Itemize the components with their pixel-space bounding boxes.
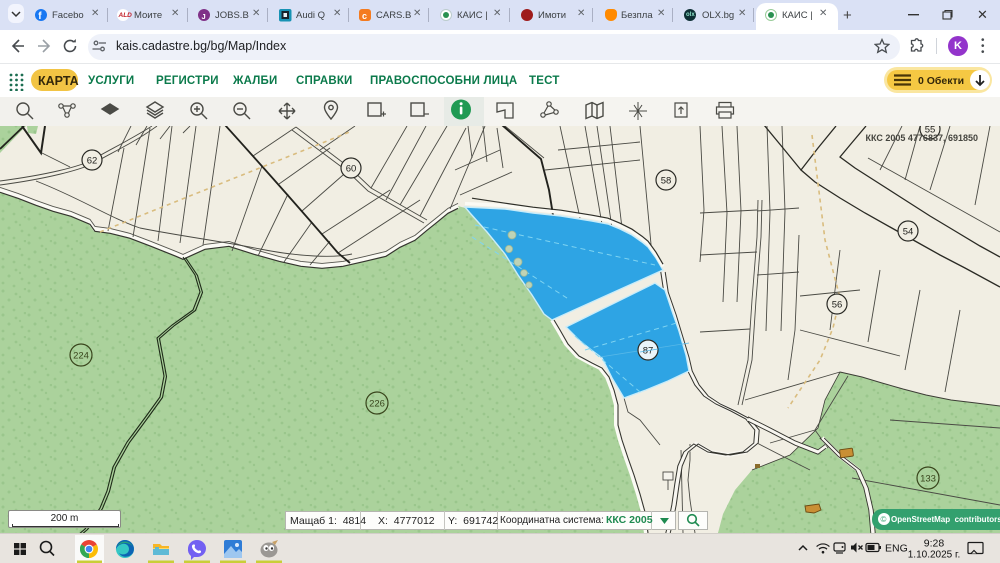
svg-text:54: 54 (903, 227, 914, 238)
svg-text:58: 58 (661, 176, 672, 187)
svg-text:ENG: ENG (885, 543, 908, 555)
svg-text:226: 226 (369, 399, 385, 410)
svg-text:56: 56 (832, 300, 843, 311)
svg-text:1.10.2025 г.: 1.10.2025 г. (908, 550, 960, 561)
svg-text:9:28: 9:28 (924, 538, 945, 550)
svg-text:133: 133 (920, 474, 936, 485)
svg-text:ККС 2005 4776837, 691850: ККС 2005 4776837, 691850 (866, 133, 978, 143)
svg-text:224: 224 (73, 351, 89, 362)
svg-text:62: 62 (87, 156, 98, 167)
svg-text:60: 60 (346, 164, 357, 175)
